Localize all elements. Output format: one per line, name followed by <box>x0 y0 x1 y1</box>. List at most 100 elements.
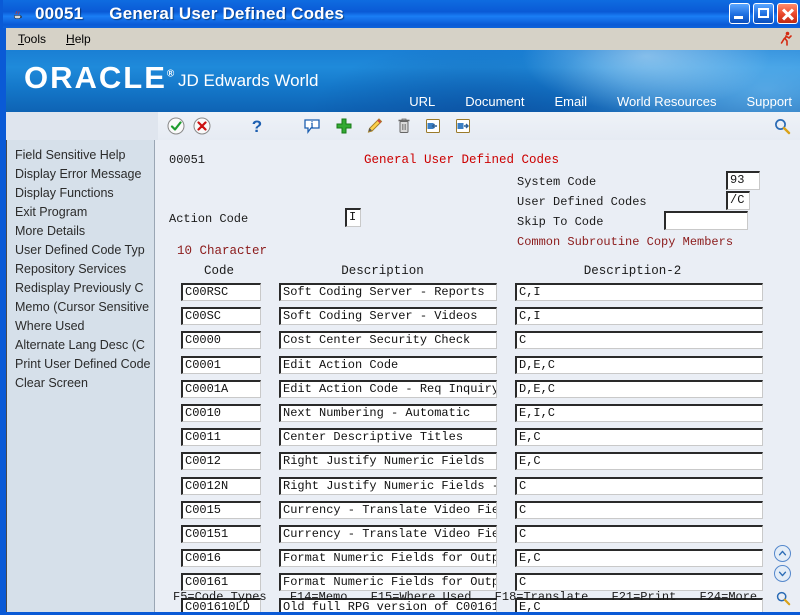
cell-description[interactable]: Edit Action Code - Req Inquiry <box>279 380 497 398</box>
cell-description[interactable]: Right Justify Numeric Fields - <box>279 477 497 495</box>
help-question-icon[interactable]: ? <box>247 116 267 136</box>
sidebar-item-display-error-message[interactable]: Display Error Message <box>7 165 154 184</box>
cell-description[interactable]: Right Justify Numeric Fields <box>279 452 497 470</box>
function-key-f5[interactable]: F5=Code Types <box>173 590 267 604</box>
menu-item-tools[interactable]: Tools <box>15 31 49 47</box>
sidebar-item-display-functions[interactable]: Display Functions <box>7 184 154 203</box>
cell-code[interactable]: C00161 <box>181 573 261 591</box>
cell-code[interactable]: C00SC <box>181 307 261 325</box>
sidebar-item-user-defined-code-types[interactable]: User Defined Code Typ <box>7 241 154 260</box>
maximize-button[interactable] <box>753 3 774 24</box>
cell-code[interactable]: C00RSC <box>181 283 261 301</box>
search-magnifier-icon[interactable] <box>773 117 791 135</box>
action-code-field[interactable]: I <box>345 208 361 227</box>
skip-to-code-label: Skip To Code <box>517 215 603 229</box>
sidebar-item-redisplay-previously[interactable]: Redisplay Previously C <box>7 279 154 298</box>
cell-code[interactable]: C0012N <box>181 477 261 495</box>
cell-description-2[interactable]: E,C <box>515 549 763 567</box>
cell-code[interactable]: C0012 <box>181 452 261 470</box>
cell-code[interactable]: C0000 <box>181 331 261 349</box>
minimize-button[interactable] <box>729 3 750 24</box>
cell-description-2[interactable]: D,E,C <box>515 356 763 374</box>
edit-pencil-icon[interactable] <box>364 116 384 136</box>
running-man-icon[interactable] <box>776 30 794 48</box>
cell-description-2[interactable]: D,E,C <box>515 380 763 398</box>
toolbar-left-filler <box>6 112 158 140</box>
registered-mark: ® <box>167 69 174 80</box>
column-header-description: Description <box>275 264 490 278</box>
info-icon[interactable]: i <box>302 116 322 136</box>
banner-link-world-resources[interactable]: World Resources <box>617 94 716 109</box>
cell-description-2[interactable]: E,C <box>515 428 763 446</box>
cell-description-2[interactable]: C <box>515 501 763 519</box>
sidebar-item-repository-services[interactable]: Repository Services <box>7 260 154 279</box>
scroll-up-icon[interactable] <box>774 545 791 562</box>
menu-item-help[interactable]: Help <box>63 31 94 47</box>
accept-check-icon[interactable] <box>166 116 186 136</box>
java-cup-icon <box>10 6 26 22</box>
sidebar-item-clear-screen[interactable]: Clear Screen <box>7 374 154 393</box>
close-button[interactable] <box>777 3 798 24</box>
cell-description-2[interactable]: C <box>515 573 763 591</box>
menu-help-label: elp <box>75 32 91 46</box>
system-code-field[interactable]: 93 <box>726 171 760 190</box>
page-title: General User Defined Codes <box>109 4 344 24</box>
product-name: JD Edwards World <box>178 71 318 91</box>
sidebar-item-memo-cursor-sensitive[interactable]: Memo (Cursor Sensitive <box>7 298 154 317</box>
function-key-f18[interactable]: F18=Translate <box>495 590 589 604</box>
cell-description-2[interactable]: C,I <box>515 307 763 325</box>
sidebar-item-field-sensitive-help[interactable]: Field Sensitive Help <box>7 146 154 165</box>
cell-code[interactable]: C0011 <box>181 428 261 446</box>
cell-code[interactable]: C0001A <box>181 380 261 398</box>
form-subtitle: Common Subroutine Copy Members <box>517 235 733 249</box>
function-key-bar: F5=Code Types F14=Memo F15=Where Used F1… <box>155 590 800 604</box>
cell-description-2[interactable]: C <box>515 477 763 495</box>
cell-description-2[interactable]: E,C <box>515 452 763 470</box>
cell-code[interactable]: C0016 <box>181 549 261 567</box>
cell-description[interactable]: Soft Coding Server - Reports <box>279 283 497 301</box>
cell-description[interactable]: Next Numbering - Automatic <box>279 404 497 422</box>
cell-description[interactable]: Edit Action Code <box>279 356 497 374</box>
cell-description[interactable]: Currency - Translate Video Fie <box>279 501 497 519</box>
footer-search-magnifier-icon[interactable] <box>775 590 791 606</box>
title-bar: 00051 General User Defined Codes <box>3 0 800 28</box>
delete-trash-icon[interactable] <box>394 116 414 136</box>
cancel-x-icon[interactable] <box>192 116 212 136</box>
cell-description[interactable]: Currency - Translate Video Fie <box>279 525 497 543</box>
scroll-down-icon[interactable] <box>774 565 791 582</box>
function-key-f14[interactable]: F14=Memo <box>290 590 348 604</box>
cell-description-2[interactable]: C <box>515 525 763 543</box>
sidebar-item-print-user-defined-codes[interactable]: Print User Defined Code <box>7 355 154 374</box>
banner-link-url[interactable]: URL <box>409 94 435 109</box>
cell-description[interactable]: Format Numeric Fields for Outp <box>279 549 497 567</box>
banner-link-support[interactable]: Support <box>746 94 792 109</box>
previous-page-icon[interactable] <box>423 116 443 136</box>
function-key-f21[interactable]: F21=Print <box>612 590 677 604</box>
menu-tools-label: ools <box>24 32 46 46</box>
sidebar-item-more-details[interactable]: More Details <box>7 222 154 241</box>
cell-description[interactable]: Center Descriptive Titles <box>279 428 497 446</box>
sidebar-item-where-used[interactable]: Where Used <box>7 317 154 336</box>
banner-link-document[interactable]: Document <box>465 94 524 109</box>
cell-description-2[interactable]: C <box>515 331 763 349</box>
cell-code[interactable]: C0001 <box>181 356 261 374</box>
add-plus-icon[interactable] <box>334 116 354 136</box>
cell-description[interactable]: Soft Coding Server - Videos <box>279 307 497 325</box>
function-key-f24[interactable]: F24=More <box>700 590 758 604</box>
banner-link-email[interactable]: Email <box>554 94 587 109</box>
window-title-code: 00051 <box>35 4 83 24</box>
form-title: General User Defined Codes <box>364 153 559 167</box>
cell-description[interactable]: Cost Center Security Check <box>279 331 497 349</box>
sidebar-item-exit-program[interactable]: Exit Program <box>7 203 154 222</box>
user-defined-codes-field[interactable]: /C <box>726 191 750 210</box>
sidebar-item-alternate-lang-desc[interactable]: Alternate Lang Desc (C <box>7 336 154 355</box>
cell-code[interactable]: C0010 <box>181 404 261 422</box>
cell-description[interactable]: Format Numeric Fields for Outp <box>279 573 497 591</box>
cell-description-2[interactable]: C,I <box>515 283 763 301</box>
cell-code[interactable]: C0015 <box>181 501 261 519</box>
function-key-f15[interactable]: F15=Where Used <box>371 590 472 604</box>
cell-code[interactable]: C00151 <box>181 525 261 543</box>
next-page-icon[interactable] <box>453 116 473 136</box>
cell-description-2[interactable]: E,I,C <box>515 404 763 422</box>
skip-to-code-field[interactable] <box>664 211 748 230</box>
